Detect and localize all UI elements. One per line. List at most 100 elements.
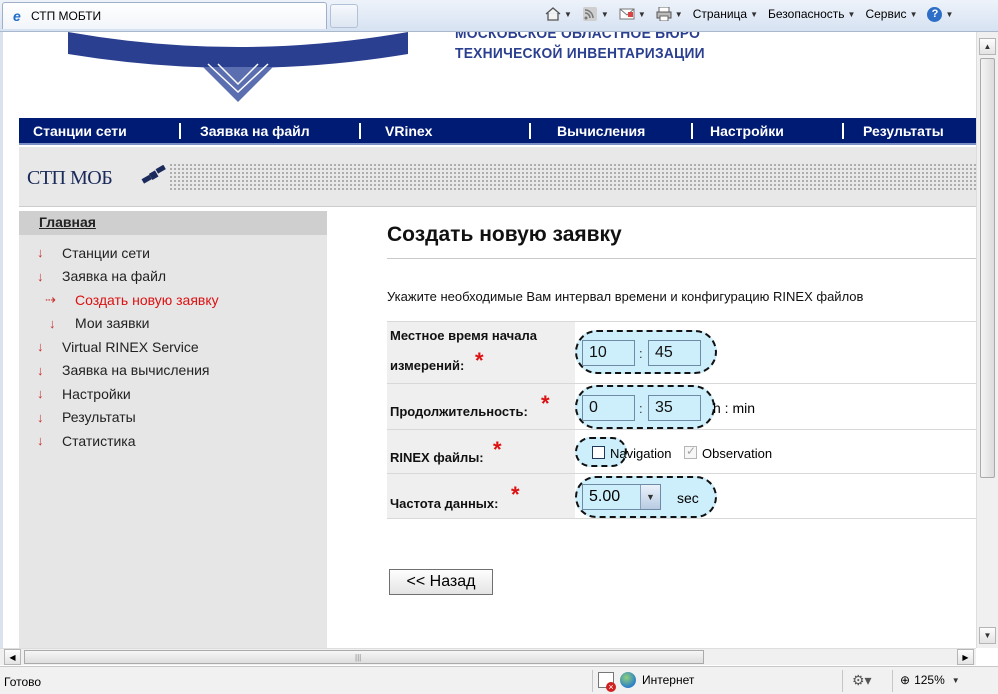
required-asterisk: * [475, 348, 484, 373]
observation-checkbox[interactable] [684, 444, 697, 459]
nav-item-vrinex[interactable]: VRinex [385, 123, 432, 139]
horizontal-scrollbar[interactable]: ◀ ||| ▶ [0, 648, 976, 665]
rss-icon [582, 7, 597, 21]
zoom-control[interactable]: ⊕ 125% ▼ [900, 673, 960, 687]
home-button[interactable]: ▼ [540, 4, 577, 24]
sidebar-item-label: Заявка на вычисления [62, 362, 210, 379]
service-menu-label: Сервис [865, 7, 907, 21]
sidebar-item-label: Мои заявки [75, 315, 150, 332]
grip-icon: ||| [355, 653, 362, 662]
status-bar: Готово Интернет ⚙▾ ⊕ 125% ▼ [0, 666, 998, 694]
security-zone[interactable]: Интернет [598, 672, 694, 692]
sidebar-item-my-requests[interactable]: ↓ Мои заявки [19, 312, 327, 336]
sidebar-item-label: Заявка на файл [62, 268, 167, 285]
main-navigation: Станции сети Заявка на файл VRinex Вычис… [19, 118, 979, 145]
nav-item-stations[interactable]: Станции сети [33, 123, 127, 139]
bureau-emblem [68, 32, 408, 102]
nav-separator [842, 123, 844, 139]
security-menu-label: Безопасность [768, 7, 845, 21]
arrow-down-icon: ↓ [37, 245, 44, 261]
sidebar-item-label: Станции сети [62, 244, 150, 261]
form-row-rinex: RINEX файлы: * Navigation Observation [387, 429, 979, 473]
mail-icon [619, 8, 635, 20]
mail-button[interactable]: ▼ [614, 4, 651, 24]
sidebar-item-stations[interactable]: ↓ Станции сети [19, 241, 327, 265]
dotted-pattern [169, 163, 979, 191]
data-rate-select[interactable]: 5.00 ▼ [582, 484, 661, 510]
back-button[interactable]: << Назад [389, 569, 493, 595]
scroll-left-icon[interactable]: ◀ [4, 649, 21, 665]
nav-item-file-request[interactable]: Заявка на файл [200, 123, 310, 139]
nav-item-settings[interactable]: Настройки [710, 123, 784, 139]
title-divider [387, 258, 979, 259]
observation-label: Observation [702, 446, 773, 461]
globe-icon [620, 672, 636, 688]
instruction-text: Укажите необходимые Вам интервал времени… [387, 289, 864, 304]
required-asterisk: * [493, 437, 502, 462]
navigation-checkbox[interactable] [592, 446, 605, 459]
nav-separator [179, 123, 181, 139]
brand-banner: СТП МОБ [19, 147, 979, 207]
horizontal-scroll-thumb[interactable]: ||| [24, 650, 704, 664]
new-tab-button[interactable] [330, 4, 358, 28]
nav-separator [529, 123, 531, 139]
arrow-down-icon: ↓ [37, 433, 44, 449]
feeds-button[interactable]: ▼ [577, 4, 614, 24]
zoom-level: 125% [914, 673, 945, 687]
arrow-down-icon: ↓ [49, 315, 56, 331]
command-bar: ▼ ▼ ▼ ▼ Страница ▼ Безопасность ▼ Сервис ▼ … [540, 4, 958, 24]
arrow-down-icon: ↓ [37, 268, 44, 284]
status-separator [892, 670, 893, 692]
start-minute-input[interactable]: 45 [648, 340, 701, 366]
sidebar-item-computation-request[interactable]: ↓ Заявка на вычисления [19, 359, 327, 383]
sidebar-item-label: Статистика [62, 432, 136, 449]
vertical-scroll-thumb[interactable] [980, 58, 995, 478]
sidebar-item-vrs[interactable]: ↓ Virtual RINEX Service [19, 335, 327, 359]
data-rate-unit: sec [677, 490, 699, 506]
arrow-down-icon: ↓ [37, 339, 44, 355]
form-row-data-rate: Частота данных: * 5.00 ▼ sec [387, 473, 979, 519]
sidebar-item-label: Virtual RINEX Service [62, 338, 199, 355]
duration-label: Продолжительность: * [387, 384, 575, 429]
sidebar-item-statistics[interactable]: ↓ Статистика [19, 429, 327, 453]
page-viewport: МОСКОВСКОЕ ОБЛАСТНОЕ БЮРО ТЕХНИЧЕСКОЙ ИН… [0, 32, 998, 665]
data-rate-label-text: Частота данных: [390, 496, 499, 511]
sidebar: Главная ↓ Станции сети ↓ Заявка на файл ⇢ С… [19, 211, 327, 665]
security-menu[interactable]: Безопасность ▼ [763, 4, 860, 24]
print-button[interactable]: ▼ [651, 4, 688, 24]
nav-item-computations[interactable]: Вычисления [557, 123, 645, 139]
nav-separator [359, 123, 361, 139]
status-separator [842, 670, 843, 692]
ie-icon: e [13, 8, 21, 24]
protected-mode-icon[interactable]: ⚙▾ [852, 672, 872, 689]
page-title: Создать новую заявку [387, 223, 622, 246]
sidebar-home-link[interactable]: Главная [19, 211, 327, 235]
start-hour-input[interactable]: 10 [582, 340, 635, 366]
sidebar-item-label: Настройки [62, 385, 131, 402]
service-menu[interactable]: Сервис ▼ [860, 4, 922, 24]
time-separator: : [639, 346, 643, 361]
page-menu[interactable]: Страница ▼ [688, 4, 763, 24]
duration-minute-input[interactable]: 35 [648, 395, 701, 421]
vertical-scrollbar[interactable]: ▲ ▼ [976, 32, 998, 648]
sidebar-item-file-request[interactable]: ↓ Заявка на файл [19, 265, 327, 289]
request-form: Местное время начала измерений: * 10 : 4… [387, 321, 979, 519]
blocked-content-icon [598, 672, 616, 692]
duration-hour-input[interactable]: 0 [582, 395, 635, 421]
scroll-right-icon[interactable]: ▶ [957, 649, 974, 665]
scroll-up-icon[interactable]: ▲ [979, 38, 996, 55]
scroll-down-icon[interactable]: ▼ [979, 627, 996, 644]
chevron-down-icon: ▼ [640, 485, 660, 509]
organization-name: МОСКОВСКОЕ ОБЛАСТНОЕ БЮРО ТЕХНИЧЕСКОЙ ИН… [455, 32, 705, 64]
sidebar-item-results[interactable]: ↓ Результаты [19, 406, 327, 430]
nav-item-results[interactable]: Результаты [863, 123, 944, 139]
rinex-label: RINEX файлы: * [387, 430, 575, 473]
sidebar-item-create-request[interactable]: ⇢ Создать новую заявку [19, 288, 327, 312]
browser-tab[interactable]: e СТП МОБТИ [2, 2, 327, 29]
home-icon [545, 7, 561, 21]
help-button[interactable]: ? ▼ [922, 4, 958, 24]
sidebar-item-settings[interactable]: ↓ Настройки [19, 382, 327, 406]
org-name-line-2: ТЕХНИЧЕСКОЙ ИНВЕНТАРИЗАЦИИ [455, 45, 705, 62]
duration-label-text: Продолжительность: [390, 404, 528, 419]
zoom-icon: ⊕ [900, 673, 911, 687]
